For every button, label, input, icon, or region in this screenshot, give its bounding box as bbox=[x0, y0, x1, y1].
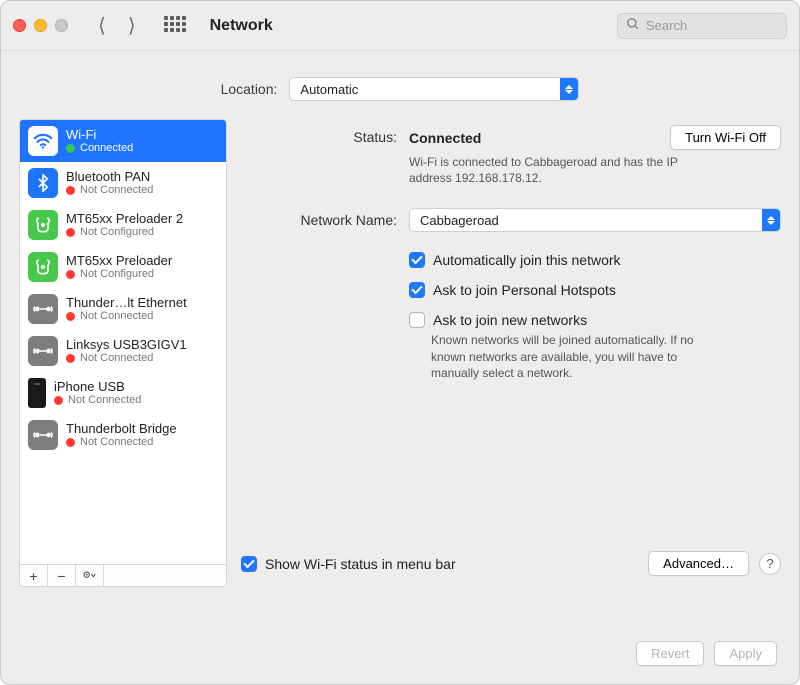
status-dot-icon bbox=[66, 312, 75, 321]
toggle-wifi-button[interactable]: Turn Wi-Fi Off bbox=[670, 125, 781, 150]
add-service-button[interactable]: + bbox=[20, 565, 48, 586]
search-field[interactable] bbox=[617, 13, 787, 39]
footer-buttons: Revert Apply bbox=[1, 627, 799, 684]
updown-caret-icon bbox=[762, 209, 780, 231]
titlebar: ⟨ ⟩ Network bbox=[1, 1, 799, 51]
forward-button[interactable]: ⟩ bbox=[128, 16, 136, 36]
service-name: Bluetooth PAN bbox=[66, 169, 153, 185]
window-controls bbox=[13, 19, 68, 32]
status-row: Status: Connected Turn Wi-Fi Off Wi-Fi i… bbox=[241, 125, 781, 186]
grey-icon bbox=[28, 420, 58, 450]
auto-join-checkbox[interactable]: Automatically join this network bbox=[409, 252, 781, 268]
service-name: Linksys USB3GIGV1 bbox=[66, 337, 187, 353]
sidebar-footer: + − bbox=[20, 564, 226, 586]
bluetooth-icon bbox=[28, 168, 58, 198]
show-status-checkbox[interactable]: Show Wi-Fi status in menu bar bbox=[241, 556, 456, 572]
service-status: Not Connected bbox=[54, 394, 141, 407]
green-icon bbox=[28, 210, 58, 240]
status-dot-icon bbox=[66, 186, 75, 195]
location-row: Location: Automatic bbox=[1, 51, 799, 119]
window-title: Network bbox=[204, 17, 607, 35]
service-name: iPhone USB bbox=[54, 379, 141, 395]
service-item[interactable]: Linksys USB3GIGV1 Not Connected bbox=[20, 330, 226, 372]
show-all-icon[interactable] bbox=[164, 16, 184, 36]
service-name: Thunder…lt Ethernet bbox=[66, 295, 187, 311]
status-description: Wi-Fi is connected to Cabbageroad and ha… bbox=[409, 154, 709, 186]
checkbox-icon bbox=[409, 282, 425, 298]
checkbox-icon bbox=[409, 312, 425, 328]
options-block: Automatically join this network Ask to j… bbox=[241, 246, 781, 381]
service-name: MT65xx Preloader bbox=[66, 253, 172, 269]
service-item[interactable]: MT65xx Preloader Not Configured bbox=[20, 246, 226, 288]
status-dot-icon bbox=[66, 270, 75, 279]
checkbox-icon bbox=[409, 252, 425, 268]
network-name-row: Network Name: Cabbageroad bbox=[241, 208, 781, 232]
ask-hotspot-checkbox[interactable]: Ask to join Personal Hotspots bbox=[409, 282, 781, 298]
auto-join-label: Automatically join this network bbox=[433, 252, 621, 268]
content: Location: Automatic Wi-Fi Connected Blue… bbox=[1, 51, 799, 684]
grey-icon bbox=[28, 294, 58, 324]
status-value: Connected bbox=[409, 130, 481, 146]
revert-button[interactable]: Revert bbox=[636, 641, 704, 666]
status-label: Status: bbox=[241, 125, 409, 145]
service-status: Connected bbox=[66, 142, 133, 155]
checkbox-icon bbox=[241, 556, 257, 572]
location-value: Automatic bbox=[300, 82, 358, 97]
location-label: Location: bbox=[221, 81, 278, 97]
grey-icon bbox=[28, 336, 58, 366]
network-name-select[interactable]: Cabbageroad bbox=[409, 208, 781, 232]
updown-caret-icon bbox=[560, 78, 578, 100]
advanced-button[interactable]: Advanced… bbox=[648, 551, 749, 576]
status-dot-icon bbox=[54, 396, 63, 405]
green-icon bbox=[28, 252, 58, 282]
details-pane: Status: Connected Turn Wi-Fi Off Wi-Fi i… bbox=[241, 119, 781, 627]
help-button[interactable]: ? bbox=[759, 553, 781, 575]
service-item[interactable]: Wi-Fi Connected bbox=[20, 120, 226, 162]
search-input[interactable] bbox=[646, 18, 778, 33]
service-status: Not Connected bbox=[66, 310, 187, 323]
back-button[interactable]: ⟨ bbox=[98, 16, 106, 36]
iphone-icon bbox=[28, 378, 46, 408]
main-row: Wi-Fi Connected Bluetooth PAN Not Connec… bbox=[1, 119, 799, 627]
service-status: Not Connected bbox=[66, 436, 177, 449]
search-icon bbox=[626, 17, 640, 34]
show-status-label: Show Wi-Fi status in menu bar bbox=[265, 556, 456, 572]
remove-service-button[interactable]: − bbox=[48, 565, 76, 586]
ask-new-checkbox[interactable]: Ask to join new networks bbox=[409, 312, 781, 328]
ask-hotspot-label: Ask to join Personal Hotspots bbox=[433, 282, 616, 298]
bottom-bar: Show Wi-Fi status in menu bar Advanced… … bbox=[241, 551, 781, 576]
wifi-icon bbox=[28, 126, 58, 156]
service-name: MT65xx Preloader 2 bbox=[66, 211, 183, 227]
ask-new-label: Ask to join new networks bbox=[433, 312, 587, 328]
footer-spacer bbox=[104, 565, 226, 586]
nav-arrows: ⟨ ⟩ bbox=[98, 16, 136, 36]
close-button[interactable] bbox=[13, 19, 26, 32]
service-item[interactable]: MT65xx Preloader 2 Not Configured bbox=[20, 204, 226, 246]
service-status: Not Connected bbox=[66, 184, 153, 197]
service-actions-button[interactable] bbox=[76, 565, 104, 586]
status-dot-icon bbox=[66, 144, 75, 153]
service-status: Not Configured bbox=[66, 226, 183, 239]
network-preferences-window: ⟨ ⟩ Network Location: Automatic bbox=[0, 0, 800, 685]
service-name: Wi-Fi bbox=[66, 127, 133, 143]
location-select[interactable]: Automatic bbox=[289, 77, 579, 101]
service-status: Not Configured bbox=[66, 268, 172, 281]
status-dot-icon bbox=[66, 228, 75, 237]
network-name-label: Network Name: bbox=[241, 208, 409, 228]
zoom-button[interactable] bbox=[55, 19, 68, 32]
ask-new-desc: Known networks will be joined automatica… bbox=[431, 332, 721, 381]
status-dot-icon bbox=[66, 438, 75, 447]
services-list: Wi-Fi Connected Bluetooth PAN Not Connec… bbox=[20, 120, 226, 564]
service-item[interactable]: Thunderbolt Bridge Not Connected bbox=[20, 414, 226, 456]
service-item[interactable]: Thunder…lt Ethernet Not Connected bbox=[20, 288, 226, 330]
minimize-button[interactable] bbox=[34, 19, 47, 32]
service-name: Thunderbolt Bridge bbox=[66, 421, 177, 437]
status-dot-icon bbox=[66, 354, 75, 363]
service-item[interactable]: iPhone USB Not Connected bbox=[20, 372, 226, 414]
service-item[interactable]: Bluetooth PAN Not Connected bbox=[20, 162, 226, 204]
services-sidebar: Wi-Fi Connected Bluetooth PAN Not Connec… bbox=[19, 119, 227, 587]
network-name-value: Cabbageroad bbox=[420, 213, 499, 228]
service-status: Not Connected bbox=[66, 352, 187, 365]
apply-button[interactable]: Apply bbox=[714, 641, 777, 666]
